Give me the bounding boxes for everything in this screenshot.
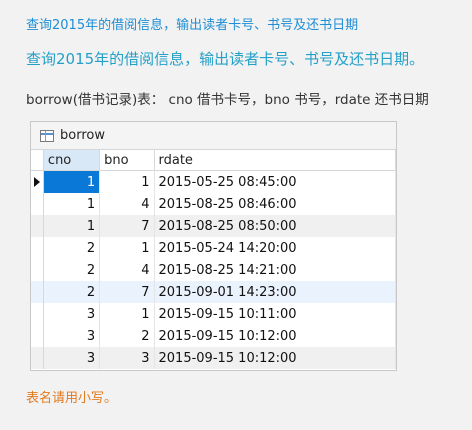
table-row[interactable]: 3 1 2015-09-15 10:11:00 (31, 303, 396, 325)
cell-cno[interactable]: 2 (43, 259, 101, 281)
question-heading: 查询2015年的借阅信息，输出读者卡号、书号及还书日期。 (26, 50, 425, 68)
cell-cno[interactable]: 3 (43, 347, 101, 369)
row-indicator (31, 237, 44, 259)
table-row[interactable]: 1 4 2015-08-25 08:46:00 (31, 193, 396, 215)
cell-bno[interactable]: 1 (99, 170, 155, 193)
cell-bno[interactable]: 7 (99, 215, 155, 237)
row-indicator (31, 281, 44, 303)
cell-cno[interactable]: 1 (43, 193, 101, 215)
table-row[interactable]: 2 4 2015-08-25 14:21:00 (31, 259, 396, 281)
column-header-bno[interactable]: bno (99, 150, 155, 171)
table-row[interactable]: 3 3 2015-09-15 10:12:00 (31, 347, 396, 369)
cell-cno[interactable]: 3 (43, 303, 101, 325)
table-row[interactable]: 1 1 2015-05-25 08:45:00 (31, 170, 396, 193)
row-header-corner (31, 150, 44, 171)
cell-cno[interactable]: 1 (43, 215, 101, 237)
cell-bno[interactable]: 7 (99, 281, 155, 303)
cell-rdate[interactable]: 2015-08-25 14:21:00 (154, 259, 396, 281)
cell-bno[interactable]: 4 (99, 193, 155, 215)
cell-bno[interactable]: 1 (99, 237, 155, 259)
cell-rdate[interactable]: 2015-05-24 14:20:00 (154, 237, 396, 259)
cell-rdate[interactable]: 2015-09-15 10:12:00 (154, 325, 396, 347)
row-indicator (31, 170, 44, 193)
table-row[interactable]: 1 7 2015-08-25 08:50:00 (31, 215, 396, 237)
cell-rdate[interactable]: 2015-05-25 08:45:00 (154, 170, 396, 193)
cell-rdate[interactable]: 2015-08-25 08:50:00 (154, 215, 396, 237)
cell-bno[interactable]: 2 (99, 325, 155, 347)
column-header-rdate[interactable]: rdate (154, 150, 396, 171)
table-titlebar: borrow (31, 122, 396, 150)
table-row[interactable]: 2 7 2015-09-01 14:23:00 (31, 281, 396, 303)
table-name: borrow (60, 128, 105, 143)
table-description: borrow(借书记录)表： cno 借书卡号，bno 书号，rdate 还书日… (26, 92, 429, 108)
row-indicator (31, 325, 44, 347)
cell-cno[interactable]: 3 (43, 325, 101, 347)
row-indicator (31, 193, 44, 215)
cell-rdate[interactable]: 2015-08-25 08:46:00 (154, 193, 396, 215)
cell-bno[interactable]: 4 (99, 259, 155, 281)
table-row[interactable]: 2 1 2015-05-24 14:20:00 (31, 237, 396, 259)
table-row[interactable]: 3 2 2015-09-15 10:12:00 (31, 325, 396, 347)
cell-bno[interactable]: 1 (99, 303, 155, 325)
row-indicator (31, 303, 44, 325)
cell-bno[interactable]: 3 (99, 347, 155, 369)
borrow-table-window: borrow cno bno rdate 1 1 2015-05-25 08:4… (30, 121, 397, 371)
cell-rdate[interactable]: 2015-09-15 10:12:00 (154, 347, 396, 369)
cell-cno[interactable]: 1 (43, 170, 101, 193)
column-header-cno[interactable]: cno (43, 150, 101, 171)
cell-cno[interactable]: 2 (43, 281, 101, 303)
data-grid: cno bno rdate 1 1 2015-05-25 08:45:00 1 … (31, 150, 396, 369)
cell-rdate[interactable]: 2015-09-15 10:11:00 (154, 303, 396, 325)
lowercase-note: 表名请用小写。 (26, 391, 118, 406)
row-indicator (31, 347, 44, 369)
table-icon (40, 129, 54, 142)
current-row-arrow-icon (34, 177, 40, 187)
cell-rdate[interactable]: 2015-09-01 14:23:00 (154, 281, 396, 303)
row-indicator (31, 259, 44, 281)
row-indicator (31, 215, 44, 237)
question-title: 查询2015年的借阅信息，输出读者卡号、书号及还书日期 (26, 18, 359, 33)
cell-cno[interactable]: 2 (43, 237, 101, 259)
